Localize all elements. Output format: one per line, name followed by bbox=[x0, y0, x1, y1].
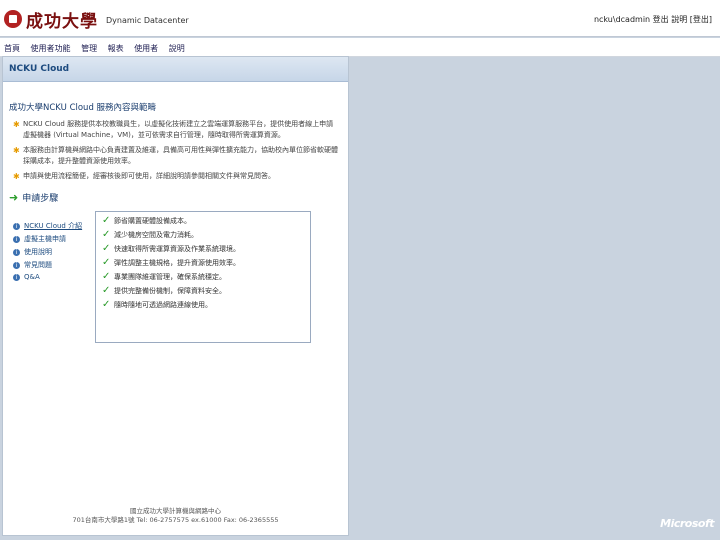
check-icon: ✓ bbox=[102, 299, 111, 310]
nav-user-functions[interactable]: 使用者功能 bbox=[31, 43, 71, 54]
bullet-text: 申請與使用流程簡便，經審核後即可使用，詳細說明請參閱相關文件與常見問答。 bbox=[23, 172, 275, 180]
nav-bar: 首頁 使用者功能 管理 報表 使用者 說明 bbox=[0, 38, 720, 57]
nav-users[interactable]: 使用者 bbox=[134, 43, 158, 54]
footer-contact: 701台南市大學路1號 Tel: 06-2757575 ex.61000 Fax… bbox=[72, 516, 279, 524]
nav-management[interactable]: 管理 bbox=[81, 43, 97, 54]
link-faq[interactable]: i 常見問題 bbox=[13, 260, 82, 270]
bullet-text: NCKU Cloud 服務提供本校教職員生，以虛擬化技術建立之雲端運算服務平台，… bbox=[23, 120, 334, 139]
main-panel: NCKU Cloud 成功大學NCKU Cloud 服務內容與範疇 ✱ NCKU… bbox=[2, 56, 349, 536]
link-qa[interactable]: i Q&A bbox=[13, 273, 82, 281]
nav-reports[interactable]: 報表 bbox=[108, 43, 124, 54]
star-icon: ✱ bbox=[13, 146, 20, 155]
list-item: ✓ 節省購置硬體設備成本。 bbox=[102, 215, 191, 226]
list-item: ✱ 申請與使用流程簡便，經審核後即可使用，詳細說明請參閱相關文件與常見問答。 bbox=[13, 171, 339, 182]
arrow-right-icon: ➜ bbox=[9, 191, 19, 204]
list-item: ✓ 減少機房空間及電力消耗。 bbox=[102, 229, 198, 240]
star-icon: ✱ bbox=[13, 120, 20, 129]
check-icon: ✓ bbox=[102, 229, 111, 240]
user-info[interactable]: ncku\dcadmin 登出 說明 [登出] bbox=[594, 14, 712, 25]
check-icon: ✓ bbox=[102, 243, 111, 254]
link-apply[interactable]: i 虛擬主機申請 bbox=[13, 234, 82, 244]
link-guide[interactable]: i 使用說明 bbox=[13, 247, 82, 257]
link-list: i NCKU Cloud 介紹 i 虛擬主機申請 i 使用說明 i 常見問題 i… bbox=[13, 221, 82, 284]
ncku-logo[interactable]: 成功大學 Dynamic Datacenter bbox=[4, 6, 189, 32]
check-icon: ✓ bbox=[102, 257, 111, 268]
check-icon: ✓ bbox=[102, 271, 111, 282]
star-icon: ✱ bbox=[13, 172, 20, 181]
check-icon: ✓ bbox=[102, 215, 111, 226]
list-item: ✓ 專業團隊維運管理，確保系統穩定。 bbox=[102, 271, 226, 282]
info-icon: i bbox=[13, 273, 20, 281]
top-header: 成功大學 Dynamic Datacenter ncku\dcadmin 登出 … bbox=[0, 0, 720, 37]
list-item: ✓ 彈性調整主機規格，提升資源使用效率。 bbox=[102, 257, 240, 268]
info-icon: i bbox=[13, 222, 20, 230]
reasons-title-text: 申請步驟 bbox=[22, 194, 59, 204]
link-intro[interactable]: i NCKU Cloud 介紹 bbox=[13, 221, 82, 231]
check-icon: ✓ bbox=[102, 285, 111, 296]
section-title: 成功大學NCKU Cloud 服務內容與範疇 bbox=[9, 103, 157, 113]
list-item: ✓ 隨時隨地可透過網路連線使用。 bbox=[102, 299, 212, 310]
info-icon: i bbox=[13, 261, 20, 269]
info-icon: i bbox=[13, 235, 20, 243]
list-item: ✓ 快速取得所需運算資源及作業系統環境。 bbox=[102, 243, 240, 254]
panel-header: NCKU Cloud bbox=[3, 57, 348, 82]
benefits-box: ✓ 節省購置硬體設備成本。 ✓ 減少機房空間及電力消耗。 ✓ 快速取得所需運算資源及作… bbox=[95, 211, 311, 343]
bullet-list: ✱ NCKU Cloud 服務提供本校教職員生，以虛擬化技術建立之雲端運算服務平… bbox=[13, 119, 339, 186]
reasons-heading: ➜ 申請步驟 bbox=[9, 191, 58, 204]
bullet-text: 本服務由計算機與網路中心負責建置及維運，具備高可用性與彈性擴充能力，協助校內單位… bbox=[23, 146, 338, 165]
list-item: ✓ 提供完整備份機制，保障資料安全。 bbox=[102, 285, 226, 296]
footer: 國立成功大學計算機與網路中心 701台南市大學路1號 Tel: 06-27575… bbox=[3, 507, 348, 525]
info-icon: i bbox=[13, 248, 20, 256]
nav-home[interactable]: 首頁 bbox=[4, 43, 20, 54]
footer-org: 國立成功大學計算機與網路中心 bbox=[130, 507, 221, 515]
nav-help[interactable]: 說明 bbox=[169, 43, 185, 54]
university-seal-icon bbox=[4, 10, 22, 28]
list-item: ✱ NCKU Cloud 服務提供本校教職員生，以虛擬化技術建立之雲端運算服務平… bbox=[13, 119, 339, 141]
microsoft-logo: Microsoft bbox=[660, 517, 714, 530]
app-subtitle: Dynamic Datacenter bbox=[106, 15, 189, 25]
list-item: ✱ 本服務由計算機與網路中心負責建置及維運，具備高可用性與彈性擴充能力，協助校內… bbox=[13, 145, 339, 167]
logo-title: 成功大學 bbox=[26, 11, 98, 32]
